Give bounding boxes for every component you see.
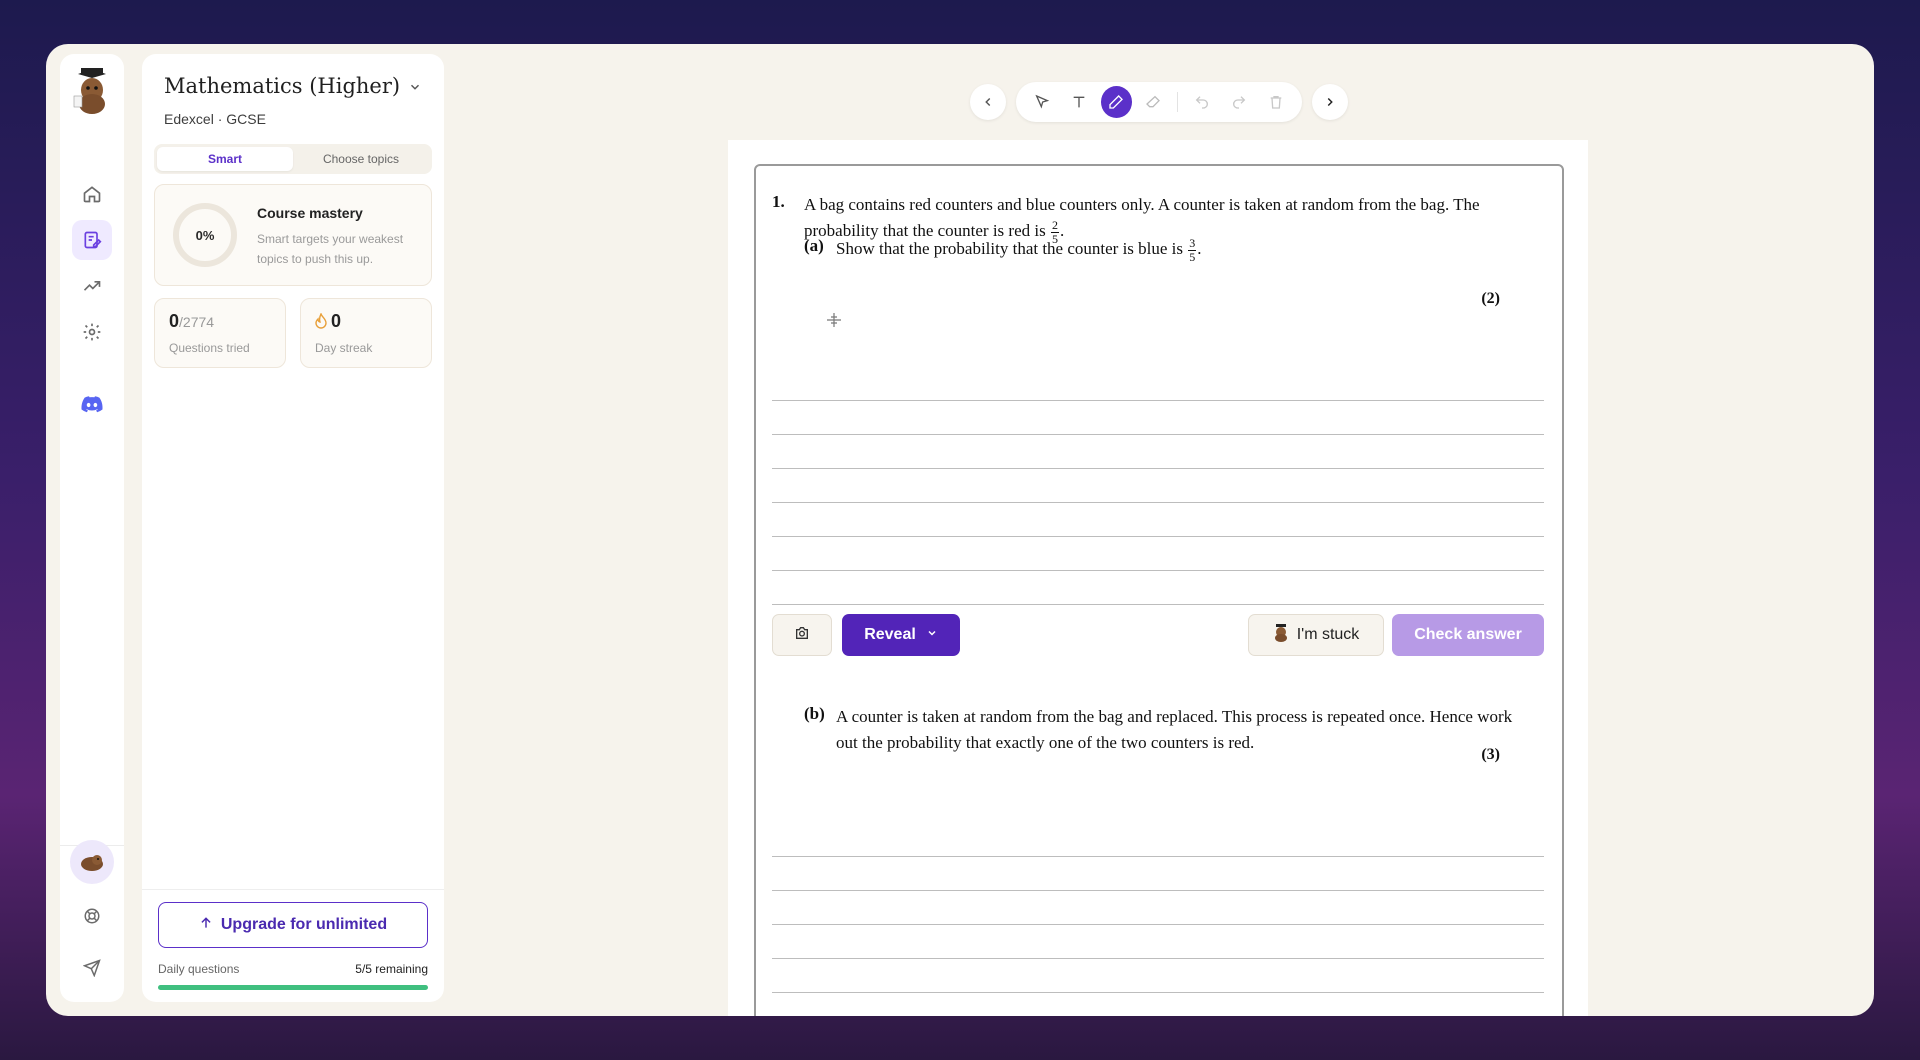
answer-line[interactable] (772, 502, 1544, 503)
text-tool-icon[interactable] (1063, 86, 1094, 118)
mode-smart[interactable]: Smart (157, 147, 293, 171)
part-a-end: . (1197, 239, 1202, 258)
app-window: Mathematics (Higher) Edexcel · GCSE Smar… (46, 44, 1874, 1016)
camera-icon (794, 625, 810, 646)
crosshair-cursor-icon (826, 312, 842, 333)
camera-upload-button[interactable] (772, 614, 832, 656)
answer-line[interactable] (772, 468, 1544, 469)
help-lifebuoy-icon[interactable] (72, 896, 112, 936)
flame-icon (315, 312, 327, 332)
fraction-blue-denominator: 5 (1189, 249, 1196, 264)
mastery-title: Course mastery (257, 205, 363, 221)
mode-choose-topics[interactable]: Choose topics (293, 147, 429, 171)
course-mastery-card: 0% Course mastery Smart targets your wea… (154, 184, 432, 286)
mode-toggle: Smart Choose topics (154, 144, 432, 174)
daily-questions-label: Daily questions (158, 962, 240, 976)
questions-tried-label: Questions tried (169, 341, 250, 355)
answer-line[interactable] (772, 992, 1544, 993)
exam-paper[interactable]: 1. A bag contains red counters and blue … (728, 140, 1588, 1016)
im-stuck-button[interactable]: I'm stuck (1248, 614, 1384, 656)
fraction-red-numerator: 2 (1051, 217, 1058, 232)
answer-line[interactable] (772, 856, 1544, 857)
daily-remaining: 5/5 remaining (355, 962, 428, 976)
daily-progress-bar (158, 985, 428, 990)
trending-icon[interactable] (72, 266, 112, 306)
next-question-button[interactable] (1312, 84, 1348, 120)
part-b-marks: (3) (1481, 746, 1500, 763)
trash-icon[interactable] (1261, 86, 1292, 118)
im-stuck-label: I'm stuck (1296, 626, 1360, 643)
fraction-blue-numerator: 3 (1189, 235, 1196, 250)
day-streak-label: Day streak (315, 341, 373, 355)
upgrade-button[interactable]: Upgrade for unlimited (158, 902, 428, 948)
chevron-down-icon (926, 626, 938, 644)
toolbar-separator (1177, 92, 1179, 112)
pen-tool-icon[interactable] (1100, 86, 1132, 118)
paper-frame (754, 164, 1564, 1016)
beaver-logo-icon[interactable] (68, 64, 116, 118)
course-subtitle: Edexcel · GCSE (164, 111, 266, 127)
answer-actions: Reveal I'm stuck Check answer (772, 614, 1544, 658)
panel-divider (142, 889, 444, 890)
chevron-down-icon[interactable] (408, 80, 422, 99)
redo-icon[interactable] (1223, 86, 1254, 118)
icon-rail (60, 54, 124, 1002)
day-streak-card: 0 Day streak (300, 298, 432, 368)
eraser-icon[interactable] (1138, 86, 1169, 118)
fraction-blue: 35 (1188, 235, 1197, 264)
beaver-mascot-icon (1273, 623, 1289, 647)
reveal-label: Reveal (864, 626, 916, 643)
course-title[interactable]: Mathematics (Higher) (164, 74, 400, 98)
answer-line[interactable] (772, 958, 1544, 959)
part-b-text: A counter is taken at random from the ba… (836, 707, 1513, 752)
streak-count: 0 (331, 311, 342, 331)
part-a-text: Show that the probability that the count… (836, 236, 1202, 263)
reveal-button[interactable]: Reveal (842, 614, 960, 656)
answer-line[interactable] (772, 604, 1544, 605)
drawing-toolbar (1016, 82, 1302, 122)
check-answer-button[interactable]: Check answer (1392, 614, 1544, 656)
mastery-description: Smart targets your weakest topics to pus… (257, 232, 404, 266)
day-streak-value: 0 (315, 311, 341, 332)
questions-tried-card: 0/2774 Questions tried (154, 298, 286, 368)
answer-line[interactable] (772, 536, 1544, 537)
questions-tried-value: 0/2774 (169, 311, 214, 332)
upgrade-label: Upgrade for unlimited (220, 916, 388, 933)
daily-progress-fill (158, 985, 428, 990)
previous-question-button[interactable] (970, 84, 1006, 120)
arrow-up-icon (199, 916, 213, 935)
course-panel: Mathematics (Higher) Edexcel · GCSE Smar… (142, 54, 444, 1002)
questions-count: 0 (169, 311, 180, 331)
discord-icon[interactable] (72, 384, 112, 424)
question-stem-text: A bag contains red counters and blue cou… (804, 195, 1480, 240)
send-feedback-icon[interactable] (72, 948, 112, 988)
questions-total: /2774 (179, 314, 215, 330)
answer-line[interactable] (772, 924, 1544, 925)
select-pointer-icon[interactable] (1026, 86, 1057, 118)
practice-icon[interactable] (72, 220, 112, 260)
answer-line[interactable] (772, 570, 1544, 571)
part-a-prompt: Show that the probability that the count… (836, 239, 1184, 258)
part-a-marks: (2) (1481, 290, 1500, 307)
answer-line[interactable] (772, 400, 1544, 401)
settings-gear-icon[interactable] (72, 312, 112, 352)
part-b-label: (b) (804, 704, 825, 723)
answer-line[interactable] (772, 434, 1544, 435)
mastery-ring: 0% (173, 203, 237, 267)
question-number: 1. (772, 192, 785, 211)
undo-icon[interactable] (1186, 86, 1217, 118)
answer-line[interactable] (772, 890, 1544, 891)
home-icon[interactable] (72, 174, 112, 214)
part-a-label: (a) (804, 236, 824, 255)
avatar[interactable] (70, 840, 114, 884)
